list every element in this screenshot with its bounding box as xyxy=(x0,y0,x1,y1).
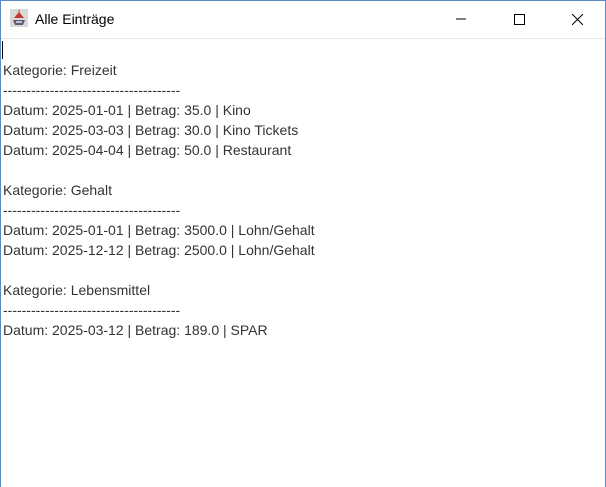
entries-list: Kategorie: Freizeit --------------------… xyxy=(3,60,603,340)
close-button[interactable] xyxy=(547,1,606,37)
entry-line: Datum: 2025-03-03 | Betrag: 30.0 | Kino … xyxy=(3,122,299,138)
app-window: Alle Einträge Kategorie: Freizeit ------… xyxy=(0,0,606,487)
minimize-icon xyxy=(456,18,466,20)
java-cup-icon xyxy=(10,9,28,27)
separator-line: -------------------------------------- xyxy=(3,302,181,318)
title-bar[interactable]: Alle Einträge xyxy=(1,1,605,37)
entry-line: Datum: 2025-01-01 | Betrag: 35.0 | Kino xyxy=(3,102,251,118)
close-icon xyxy=(571,13,583,25)
entry-line: Datum: 2025-03-12 | Betrag: 189.0 | SPAR xyxy=(3,322,268,338)
text-caret xyxy=(2,41,3,59)
separator-line: -------------------------------------- xyxy=(3,82,181,98)
entry-line: Datum: 2025-12-12 | Betrag: 2500.0 | Loh… xyxy=(3,242,315,258)
separator-line: -------------------------------------- xyxy=(3,202,181,218)
entry-line: Datum: 2025-01-01 | Betrag: 3500.0 | Loh… xyxy=(3,222,315,238)
maximize-button[interactable] xyxy=(489,1,549,37)
minimize-button[interactable] xyxy=(431,1,491,37)
window-title: Alle Einträge xyxy=(35,11,115,27)
entry-line: Datum: 2025-04-04 | Betrag: 50.0 | Resta… xyxy=(3,142,292,158)
category-heading: Kategorie: Gehalt xyxy=(3,182,112,198)
category-heading: Kategorie: Lebensmittel xyxy=(3,282,151,298)
entries-text-area[interactable]: Kategorie: Freizeit --------------------… xyxy=(1,38,605,487)
category-heading: Kategorie: Freizeit xyxy=(3,62,117,78)
maximize-icon xyxy=(513,13,525,25)
